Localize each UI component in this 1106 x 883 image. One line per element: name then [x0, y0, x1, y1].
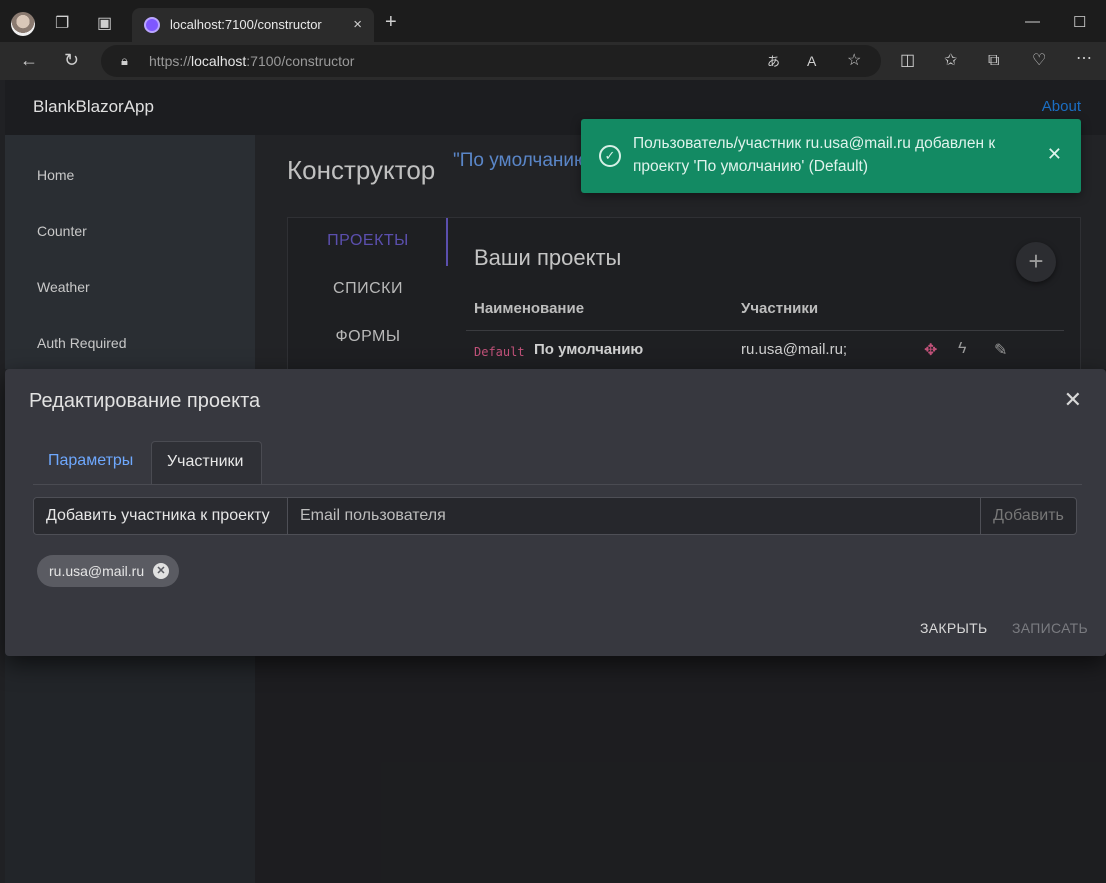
tab-title: localhost:7100/constructor [170, 17, 322, 32]
column-header-name: Наименование [474, 300, 585, 317]
new-tab-icon[interactable]: + [385, 12, 397, 32]
member-email-input[interactable]: Email пользователя [288, 498, 982, 534]
tab-parameters[interactable]: Параметры [33, 441, 148, 485]
edit-icon[interactable]: ✎ [994, 340, 1007, 360]
toast-message: Пользователь/участник ru.usa@mail.ru доб… [633, 135, 996, 175]
workspaces-icon[interactable]: ❐ [55, 16, 69, 32]
profile-avatar[interactable] [11, 12, 35, 36]
health-icon[interactable]: ♡ [1032, 53, 1046, 69]
projects-heading: Ваши проекты [474, 245, 622, 270]
app-brand[interactable]: BlankBlazorApp [33, 97, 154, 117]
page-project-name: "По умолчанию [453, 150, 589, 171]
remove-member-icon[interactable]: ✕ [153, 563, 169, 579]
close-button[interactable]: ЗАКРЫТЬ [920, 620, 988, 636]
lock-icon[interactable]: 🔒︎ [121, 53, 128, 69]
check-circle-icon: ✓ [599, 145, 621, 167]
url-text: https://localhost:7100/constructor [149, 53, 355, 69]
success-toast: ✓ Пользователь/участник ru.usa@mail.ru д… [581, 119, 1081, 193]
favorites-icon[interactable]: ✩ [944, 53, 957, 69]
about-link[interactable]: About [1042, 98, 1081, 115]
address-bar[interactable]: 🔒︎ https://localhost:7100/constructor あ … [101, 45, 881, 77]
member-chip: ru.usa@mail.ru ✕ [37, 555, 179, 587]
tab-members[interactable]: Участники [151, 441, 262, 485]
sidebar-item-home[interactable]: Home [37, 167, 74, 183]
save-button[interactable]: ЗАПИСАТЬ [1012, 620, 1088, 636]
tab-lists[interactable]: СПИСКИ [288, 280, 448, 298]
add-project-button[interactable]: + [1016, 242, 1056, 282]
read-aloud-icon[interactable]: A [807, 53, 816, 69]
table-header-divider [466, 330, 1064, 331]
tab-close-icon[interactable]: × [353, 16, 362, 33]
browser-toolbar: ← ↻ 🔒︎ https://localhost:7100/constructo… [0, 42, 1106, 80]
split-screen-icon[interactable]: ◫ [900, 53, 915, 69]
project-name: По умолчанию [534, 341, 644, 358]
project-code: Default [474, 345, 525, 359]
favicon-icon [144, 17, 160, 33]
dialog-title: Редактирование проекта [29, 390, 261, 412]
refresh-icon[interactable]: ↻ [64, 51, 79, 69]
add-member-label: Добавить участника к проекту [34, 498, 288, 534]
tab-forms[interactable]: ФОРМЫ [288, 328, 448, 346]
add-member-button[interactable]: Добавить [980, 498, 1076, 534]
move-icon[interactable]: ✥ [924, 340, 937, 360]
add-member-group: Добавить участника к проекту Email польз… [33, 497, 1077, 535]
edit-project-dialog: Редактирование проекта ✕ Параметры Участ… [5, 369, 1106, 656]
member-chip-label: ru.usa@mail.ru [49, 563, 145, 579]
sidebar-item-auth-required[interactable]: Auth Required [37, 335, 127, 351]
project-members: ru.usa@mail.ru; [741, 341, 848, 358]
browser-tab-active[interactable]: localhost:7100/constructor × [132, 8, 374, 42]
translate-icon[interactable]: あ [767, 54, 780, 70]
minimize-icon[interactable]: — [1025, 13, 1040, 30]
back-icon[interactable]: ← [20, 51, 38, 69]
tabs-divider [33, 484, 1082, 485]
page-title: Конструктор [287, 155, 436, 185]
tab-actions-icon[interactable]: ▣ [97, 16, 112, 32]
favorite-icon[interactable]: ☆ [847, 53, 861, 69]
bolt-icon[interactable]: ϟ [958, 340, 966, 358]
browser-tabbar: ❐ ▣ localhost:7100/constructor × + — ☐ [0, 0, 1106, 42]
sidebar-item-counter[interactable]: Counter [37, 223, 87, 239]
toast-close-icon[interactable]: ✕ [1047, 145, 1062, 163]
sidebar-item-weather[interactable]: Weather [37, 279, 90, 295]
tab-projects[interactable]: ПРОЕКТЫ [288, 232, 448, 250]
column-header-members: Участники [741, 300, 819, 317]
collections-icon[interactable]: ⧉ [988, 53, 999, 69]
projects-panel: ПРОЕКТЫ СПИСКИ ФОРМЫ Ваши проекты + Наим… [287, 217, 1081, 377]
dialog-close-icon[interactable]: ✕ [1064, 389, 1082, 411]
maximize-icon[interactable]: ☐ [1073, 13, 1086, 31]
more-icon[interactable]: ⋯ [1076, 51, 1092, 67]
